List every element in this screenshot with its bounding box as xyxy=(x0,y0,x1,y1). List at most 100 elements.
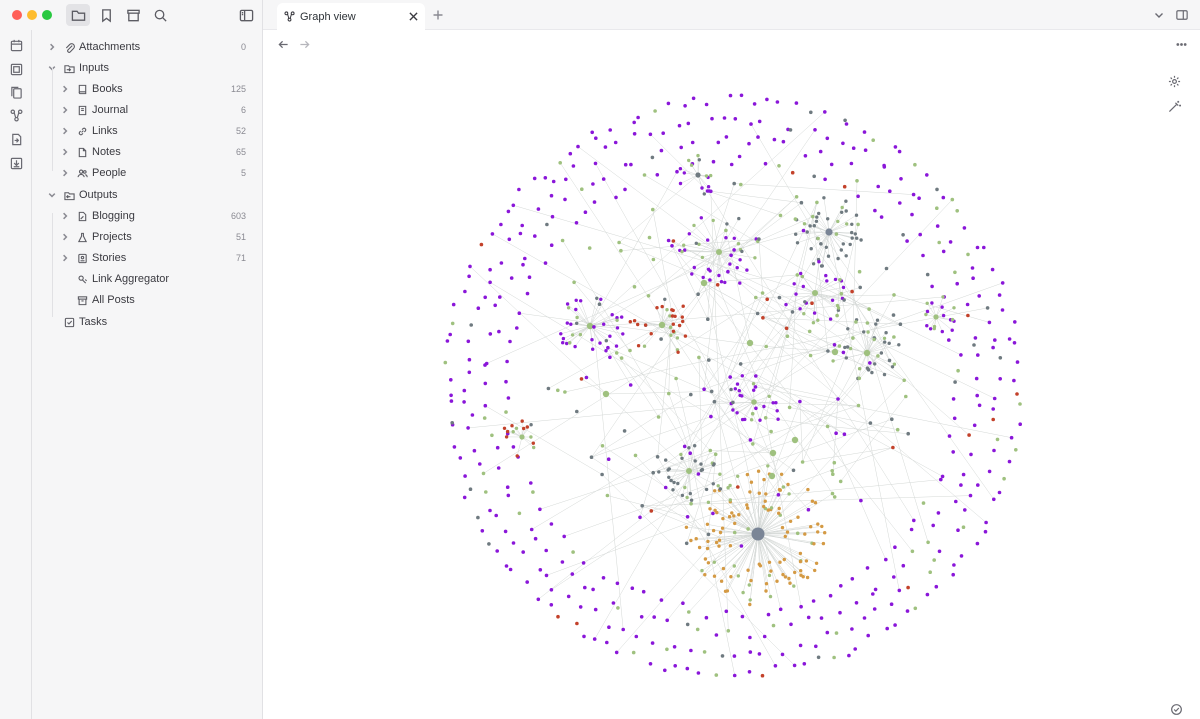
graph-node[interactable] xyxy=(819,242,823,246)
graph-node[interactable] xyxy=(987,469,992,474)
graph-node[interactable] xyxy=(702,387,706,392)
graph-node[interactable] xyxy=(724,228,728,233)
graph-node[interactable] xyxy=(579,377,584,381)
graph-node[interactable] xyxy=(580,187,584,191)
graph-node[interactable] xyxy=(684,541,689,546)
graph-node[interactable] xyxy=(466,426,470,430)
graph-node[interactable] xyxy=(937,549,942,554)
graph-node[interactable] xyxy=(614,650,619,655)
graph-node[interactable] xyxy=(525,580,529,584)
graph-node[interactable] xyxy=(517,511,522,516)
graph-node[interactable] xyxy=(649,332,653,336)
ribbon-import[interactable] xyxy=(6,153,26,173)
graph-node[interactable] xyxy=(876,354,880,358)
graph-node[interactable] xyxy=(543,176,548,180)
graph-node[interactable] xyxy=(564,177,568,182)
new-tab-button[interactable] xyxy=(431,8,445,22)
graph-node[interactable] xyxy=(510,424,514,428)
graph-node[interactable] xyxy=(706,238,710,242)
graph-node[interactable] xyxy=(680,493,685,498)
graph-node[interactable] xyxy=(838,278,842,282)
graph-node[interactable] xyxy=(963,508,967,512)
graph-node[interactable] xyxy=(748,438,753,442)
graph-node[interactable] xyxy=(887,358,892,363)
graph-node[interactable] xyxy=(728,93,733,98)
graph-node[interactable] xyxy=(776,493,781,497)
graph-node[interactable] xyxy=(754,374,758,378)
graph-node[interactable] xyxy=(729,162,734,167)
graph-node[interactable] xyxy=(951,450,955,454)
graph-node[interactable] xyxy=(814,561,819,565)
graph-node[interactable] xyxy=(839,248,843,252)
graph-node[interactable] xyxy=(749,418,754,422)
graph-node[interactable] xyxy=(794,101,799,105)
graph-node[interactable] xyxy=(718,487,723,491)
graph-node[interactable] xyxy=(721,516,725,521)
graph-node[interactable] xyxy=(494,513,498,518)
graph-node[interactable] xyxy=(696,153,700,158)
graph-node[interactable] xyxy=(762,504,766,509)
graph-node[interactable] xyxy=(941,295,945,299)
graph-node[interactable] xyxy=(696,292,700,297)
graph-node[interactable] xyxy=(672,645,677,649)
graph-node[interactable] xyxy=(665,647,669,652)
graph-node[interactable] xyxy=(993,338,997,342)
graph-node[interactable] xyxy=(1000,281,1005,285)
graph-node[interactable] xyxy=(620,315,624,319)
graph-node[interactable] xyxy=(566,594,571,599)
graph-node[interactable] xyxy=(1015,392,1019,396)
graph-node[interactable] xyxy=(583,210,588,214)
graph-node[interactable] xyxy=(757,652,762,656)
graph-node[interactable] xyxy=(578,332,583,337)
graph-node[interactable] xyxy=(868,421,873,425)
graph-node[interactable] xyxy=(593,161,598,166)
graph-node[interactable] xyxy=(892,575,896,579)
graph-node[interactable] xyxy=(544,548,548,553)
graph-node[interactable] xyxy=(499,222,503,227)
graph-node[interactable] xyxy=(529,435,533,439)
graph-node[interactable] xyxy=(805,230,809,234)
graph-node[interactable] xyxy=(706,500,711,504)
graph-node[interactable] xyxy=(845,222,849,226)
search-button[interactable] xyxy=(148,4,172,26)
graph-node[interactable] xyxy=(873,208,877,213)
graph-node[interactable] xyxy=(814,644,818,649)
graph-node[interactable] xyxy=(682,243,686,247)
graph-node[interactable] xyxy=(678,167,683,171)
graph-node[interactable] xyxy=(506,396,511,400)
graph-node[interactable] xyxy=(749,480,754,484)
graph-node[interactable] xyxy=(756,469,761,473)
ribbon-canvas[interactable] xyxy=(6,59,26,79)
graph-node[interactable] xyxy=(865,566,870,570)
graph-node[interactable] xyxy=(488,280,492,285)
graph-node[interactable] xyxy=(893,623,897,627)
graph-node[interactable] xyxy=(739,93,744,98)
graph-node[interactable] xyxy=(604,349,608,353)
graph-node[interactable] xyxy=(824,273,828,278)
graph-node[interactable] xyxy=(955,281,959,286)
graph-node[interactable] xyxy=(696,472,701,476)
graph-node[interactable] xyxy=(825,279,829,283)
graph-node[interactable] xyxy=(780,652,785,657)
graph-node[interactable] xyxy=(490,433,494,438)
graph-node[interactable] xyxy=(589,455,594,460)
graph-node[interactable] xyxy=(921,501,926,505)
graph-node[interactable] xyxy=(482,416,487,420)
graph-node[interactable] xyxy=(538,507,542,512)
graph-node[interactable] xyxy=(787,576,791,581)
graph-node[interactable] xyxy=(997,490,1002,495)
graph-node[interactable] xyxy=(757,491,761,495)
graph-node[interactable] xyxy=(647,235,652,240)
graph-node[interactable] xyxy=(517,311,522,316)
graph-node[interactable] xyxy=(689,498,694,502)
graph-node[interactable] xyxy=(758,418,762,422)
graph-node[interactable] xyxy=(683,104,687,108)
graph-node[interactable] xyxy=(781,139,786,144)
graph-node[interactable] xyxy=(792,282,796,286)
graph-node[interactable] xyxy=(448,332,452,337)
graph-node[interactable] xyxy=(694,537,698,541)
graph-node[interactable] xyxy=(791,436,799,444)
graph-node[interactable] xyxy=(716,140,721,145)
graph-node[interactable] xyxy=(622,429,627,433)
graph-node[interactable] xyxy=(536,597,541,602)
